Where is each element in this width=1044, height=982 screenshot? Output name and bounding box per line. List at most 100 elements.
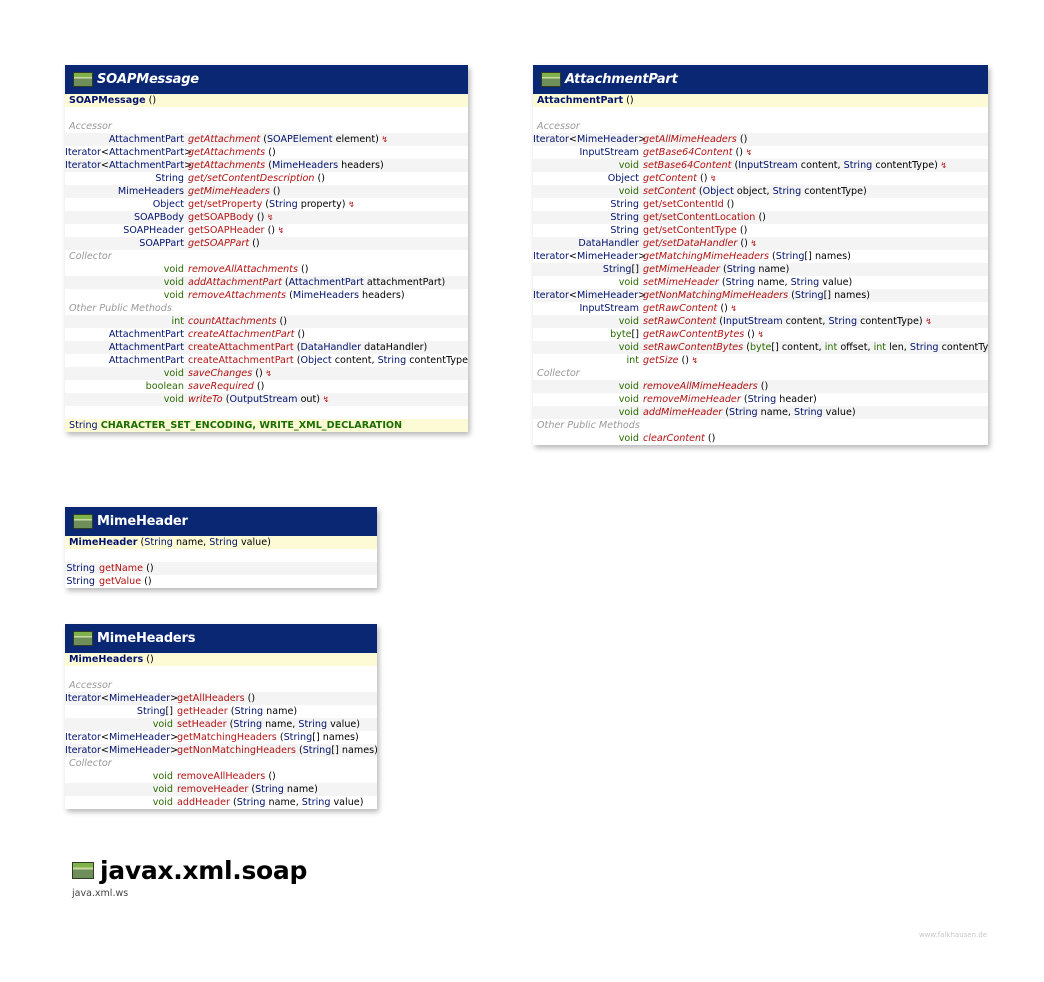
method-name[interactable]: getSize [643, 355, 678, 366]
method-name[interactable]: setHeader [177, 719, 227, 730]
method-row[interactable]: void writeTo (OutputStream out) ↯ [65, 393, 468, 406]
method-row[interactable]: String[] getMimeHeader (String name) [533, 263, 988, 276]
method-row[interactable]: Iterator<MimeHeader> getAllHeaders () [65, 692, 377, 705]
method-name[interactable]: getAttachment [188, 134, 260, 145]
method-name[interactable]: getName [99, 563, 143, 574]
method-name[interactable]: setRawContentBytes [643, 342, 743, 353]
class-title[interactable]: MimeHeader [97, 514, 188, 529]
method-row[interactable]: AttachmentPart createAttachmentPart (Obje… [65, 354, 468, 367]
method-name[interactable]: removeAllHeaders [177, 771, 265, 782]
method-row[interactable]: void setBase64Content (InputStream conten… [533, 159, 988, 172]
method-name[interactable]: getAttachments [188, 147, 265, 158]
class-title[interactable]: MimeHeaders [97, 631, 195, 646]
method-name[interactable]: clearContent [643, 433, 705, 444]
method-row[interactable]: Object getContent () ↯ [533, 172, 988, 185]
method-row[interactable]: Object get/setProperty (String property) … [65, 198, 468, 211]
method-name[interactable]: writeTo [188, 394, 223, 405]
constructor[interactable]: AttachmentPart () [533, 94, 988, 107]
method-row[interactable]: Iterator<MimeHeader> getAllMimeHeaders () [533, 133, 988, 146]
method-name[interactable]: get/setContentType [643, 225, 737, 236]
method-name[interactable]: createAttachmentPart [188, 342, 294, 353]
method-row[interactable]: AttachmentPart createAttachmentPart (Data… [65, 341, 468, 354]
method-row[interactable]: void setRawContentBytes (byte[] content, … [533, 341, 988, 354]
method-row[interactable]: Iterator<MimeHeader> getMatchingHeaders (… [65, 731, 377, 744]
method-name[interactable]: getMatchingHeaders [177, 732, 277, 743]
method-row[interactable]: AttachmentPart createAttachmentPart () [65, 328, 468, 341]
method-name[interactable]: get/setContentDescription [188, 173, 314, 184]
method-row[interactable]: SOAPBody getSOAPBody () ↯ [65, 211, 468, 224]
method-row[interactable]: Iterator<MimeHeader> getMatchingMimeHeade… [533, 250, 988, 263]
method-name[interactable]: getSOAPBody [188, 212, 254, 223]
method-name[interactable]: get/setProperty [188, 199, 262, 210]
method-name[interactable]: getAllMimeHeaders [643, 134, 737, 145]
method-name[interactable]: saveRequired [188, 381, 254, 392]
method-row[interactable]: String get/setContentType () [533, 224, 988, 237]
method-name[interactable]: removeAllMimeHeaders [643, 381, 758, 392]
method-name[interactable]: getMatchingMimeHeaders [643, 251, 769, 262]
method-row[interactable]: boolean saveRequired () [65, 380, 468, 393]
method-row[interactable]: Iterator<AttachmentPart> getAttachments (… [65, 146, 468, 159]
method-name[interactable]: getMimeHeader [643, 264, 720, 275]
method-name[interactable]: getMimeHeaders [188, 186, 270, 197]
method-row[interactable]: void removeHeader (String name) [65, 783, 377, 796]
constructor[interactable]: MimeHeaders () [65, 653, 377, 666]
method-row[interactable]: void removeAttachments (MimeHeaders heade… [65, 289, 468, 302]
method-row[interactable]: void removeAllAttachments () [65, 263, 468, 276]
constructor[interactable]: SOAPMessage () [65, 94, 468, 107]
method-name[interactable]: getHeader [177, 706, 228, 717]
method-row[interactable]: Iterator<MimeHeader> getNonMatchingHeader… [65, 744, 377, 757]
method-name[interactable]: countAttachments [188, 316, 276, 327]
method-row[interactable]: void saveChanges () ↯ [65, 367, 468, 380]
method-name[interactable]: setRawContent [643, 316, 716, 327]
method-row[interactable]: InputStream getRawContent () ↯ [533, 302, 988, 315]
method-row[interactable]: void addAttachmentPart (AttachmentPart at… [65, 276, 468, 289]
method-row[interactable]: int getSize () ↯ [533, 354, 988, 367]
method-row[interactable]: String get/setContentLocation () [533, 211, 988, 224]
method-row[interactable]: String getName () [65, 562, 377, 575]
method-row[interactable]: void removeMimeHeader (String header) [533, 393, 988, 406]
method-name[interactable]: getNonMatchingMimeHeaders [643, 290, 788, 301]
method-row[interactable]: void setRawContent (InputStream content, … [533, 315, 988, 328]
constructor[interactable]: MimeHeader (String name, String value) [65, 536, 377, 549]
class-title[interactable]: SOAPMessage [97, 72, 199, 87]
method-name[interactable]: getNonMatchingHeaders [177, 745, 296, 756]
method-row[interactable]: String get/setContentId () [533, 198, 988, 211]
method-name[interactable]: getBase64Content [643, 147, 732, 158]
method-name[interactable]: removeMimeHeader [643, 394, 741, 405]
method-row[interactable]: void addHeader (String name, String value… [65, 796, 377, 809]
method-row[interactable]: SOAPHeader getSOAPHeader () ↯ [65, 224, 468, 237]
method-row[interactable]: String[] getHeader (String name) [65, 705, 377, 718]
method-name[interactable]: getSOAPPart [188, 238, 249, 249]
class-title[interactable]: AttachmentPart [565, 72, 678, 87]
method-name[interactable]: getValue [99, 576, 141, 587]
method-name[interactable]: get/setDataHandler [643, 238, 737, 249]
method-row[interactable]: void addMimeHeader (String name, String v… [533, 406, 988, 419]
method-name[interactable]: removeAttachments [188, 290, 286, 301]
method-row[interactable]: String get/setContentDescription () [65, 172, 468, 185]
method-name[interactable]: setBase64Content [643, 160, 731, 171]
method-row[interactable]: int countAttachments () [65, 315, 468, 328]
method-name[interactable]: getAttachments [188, 160, 265, 171]
method-name[interactable]: removeAllAttachments [188, 264, 298, 275]
method-name[interactable]: getContent [643, 173, 697, 184]
method-name[interactable]: getRawContentBytes [643, 329, 744, 340]
method-name[interactable]: get/setContentLocation [643, 212, 755, 223]
method-name[interactable]: saveChanges [188, 368, 252, 379]
method-row[interactable]: DataHandler get/setDataHandler () ↯ [533, 237, 988, 250]
method-row[interactable]: Iterator<AttachmentPart> getAttachments (… [65, 159, 468, 172]
method-name[interactable]: getSOAPHeader [188, 225, 265, 236]
method-row[interactable]: void removeAllHeaders () [65, 770, 377, 783]
method-row[interactable]: SOAPPart getSOAPPart () [65, 237, 468, 250]
method-row[interactable]: AttachmentPart getAttachment (SOAPElement… [65, 133, 468, 146]
method-row[interactable]: InputStream getBase64Content () ↯ [533, 146, 988, 159]
method-name[interactable]: getRawContent [643, 303, 717, 314]
method-name[interactable]: createAttachmentPart [188, 355, 294, 366]
method-name[interactable]: getAllHeaders [177, 693, 245, 704]
method-row[interactable]: void removeAllMimeHeaders () [533, 380, 988, 393]
method-row[interactable]: void setMimeHeader (String name, String v… [533, 276, 988, 289]
method-name[interactable]: setMimeHeader [643, 277, 719, 288]
method-row[interactable]: void setHeader (String name, String value… [65, 718, 377, 731]
credit-link[interactable]: www.falkhausen.de [919, 931, 987, 939]
method-row[interactable]: void clearContent () [533, 432, 988, 445]
method-row[interactable]: void setContent (Object object, String co… [533, 185, 988, 198]
